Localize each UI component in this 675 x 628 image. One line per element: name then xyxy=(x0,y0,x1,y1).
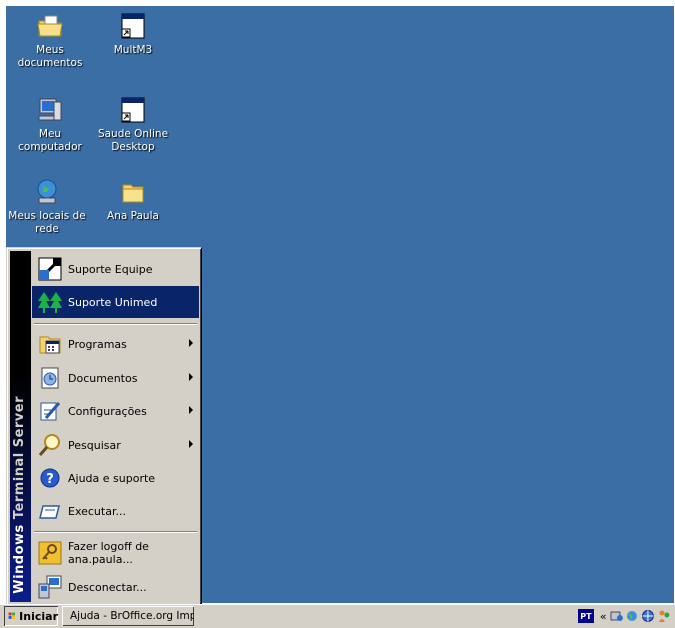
desktop-icon-multm3[interactable]: MultM3 xyxy=(91,12,175,57)
my-documents-icon xyxy=(37,15,63,37)
desktop-icon-meus-documentos[interactable]: Meus documentos xyxy=(8,12,92,70)
tray-app-icon[interactable] xyxy=(610,609,624,623)
svg-text:?: ? xyxy=(46,472,54,487)
menu-item-suporte-unimed[interactable]: Suporte Unimed xyxy=(32,286,199,318)
help-icon: ? xyxy=(40,468,60,488)
taskbar: Iniciar Ajuda - BrOffice.org Imp... PT « xyxy=(0,604,675,628)
menu-item-label: Documentos xyxy=(68,371,138,385)
menu-item-label: Fazer logoff de ana.paula... xyxy=(68,540,149,566)
menu-item-programas[interactable]: Programas xyxy=(32,328,199,360)
run-icon xyxy=(39,505,60,519)
submenu-arrow-icon xyxy=(189,406,193,414)
desktop-icon-label: Ana Paula xyxy=(107,210,159,222)
menu-item-label: Executar... xyxy=(68,504,126,518)
menu-item-documentos[interactable]: Documentos xyxy=(32,362,199,394)
folder-icon xyxy=(122,184,144,203)
menu-item-suporte-equipe[interactable]: Suporte Equipe xyxy=(32,253,199,285)
menu-item-label: Suporte Equipe xyxy=(68,262,153,276)
windows-flag-icon xyxy=(8,612,15,619)
menu-item-executar[interactable]: Executar... xyxy=(32,495,199,527)
menu-item-label: Suporte Unimed xyxy=(68,295,158,309)
disconnect-icon xyxy=(38,575,62,599)
tray-expand-icon[interactable]: « xyxy=(600,610,607,623)
key-icon xyxy=(38,541,62,565)
menu-item-label: Programas xyxy=(68,337,127,351)
programs-icon xyxy=(39,336,61,354)
menu-separator xyxy=(34,323,197,325)
system-tray: PT « xyxy=(578,606,673,626)
menu-item-label: Ajuda e suporte xyxy=(68,471,156,485)
submenu-arrow-icon xyxy=(189,339,193,347)
menu-separator xyxy=(34,531,197,533)
desktop-icon-meu-computador[interactable]: Meu computador xyxy=(8,96,92,154)
menu-item-desconectar[interactable]: Desconectar... xyxy=(32,571,199,603)
desktop-icon-meus-locais-de-rede[interactable]: Meus locais de rede xyxy=(6,178,92,236)
menu-item-logoff[interactable]: Fazer logoff de ana.paula... xyxy=(32,537,199,569)
desktop-icon-label: Meu computador xyxy=(18,128,82,153)
users-tray-icon[interactable] xyxy=(657,609,671,623)
menu-item-ajuda-e-suporte[interactable]: ? Ajuda e suporte xyxy=(32,462,199,494)
documents-icon xyxy=(41,367,59,389)
menu-item-pesquisar[interactable]: Pesquisar xyxy=(32,429,199,461)
menu-item-label: Configurações xyxy=(68,404,147,418)
my-computer-icon xyxy=(38,98,62,121)
start-menu: Windows Terminal Server Suporte Equipe S… xyxy=(6,247,201,605)
unimed-tree-icon xyxy=(38,292,62,313)
network-tray-icon[interactable] xyxy=(625,609,639,623)
desktop-icon-label: Saude Online Desktop xyxy=(97,128,169,153)
start-menu-banner: Windows Terminal Server xyxy=(10,251,31,602)
taskbar-button-label: Ajuda - BrOffice.org Imp... xyxy=(70,610,194,622)
desktop-icon-ana-paula[interactable]: Ana Paula xyxy=(91,178,175,223)
desktop-icon-saude-online[interactable]: Saude Online Desktop xyxy=(91,96,175,154)
submenu-arrow-icon xyxy=(189,373,193,381)
menu-item-label: Pesquisar xyxy=(68,438,121,452)
settings-icon xyxy=(40,402,61,421)
search-icon xyxy=(38,434,60,456)
desktop-icon-label: Meus documentos xyxy=(17,44,83,69)
suporte-equipe-icon xyxy=(38,257,62,281)
start-button[interactable]: Iniciar xyxy=(4,606,58,626)
desktop-icon-label: Meus locais de rede xyxy=(8,210,86,235)
network-places-icon xyxy=(37,179,57,204)
menu-item-configuracoes[interactable]: Configurações xyxy=(32,395,199,427)
banner-bold-text: Windows xyxy=(12,524,27,594)
taskbar-button-ajuda[interactable]: Ajuda - BrOffice.org Imp... xyxy=(62,606,194,626)
banner-text: Terminal Server xyxy=(12,396,27,525)
desktop-icon-label: MultM3 xyxy=(113,44,153,56)
submenu-arrow-icon xyxy=(189,440,193,448)
menu-item-label: Desconectar... xyxy=(68,580,147,594)
shortcut-window-icon xyxy=(121,13,145,39)
start-button-label: Iniciar xyxy=(19,609,58,623)
globe-tray-icon[interactable] xyxy=(641,609,655,623)
language-indicator[interactable]: PT xyxy=(578,609,594,623)
shortcut-window-icon xyxy=(121,97,145,123)
